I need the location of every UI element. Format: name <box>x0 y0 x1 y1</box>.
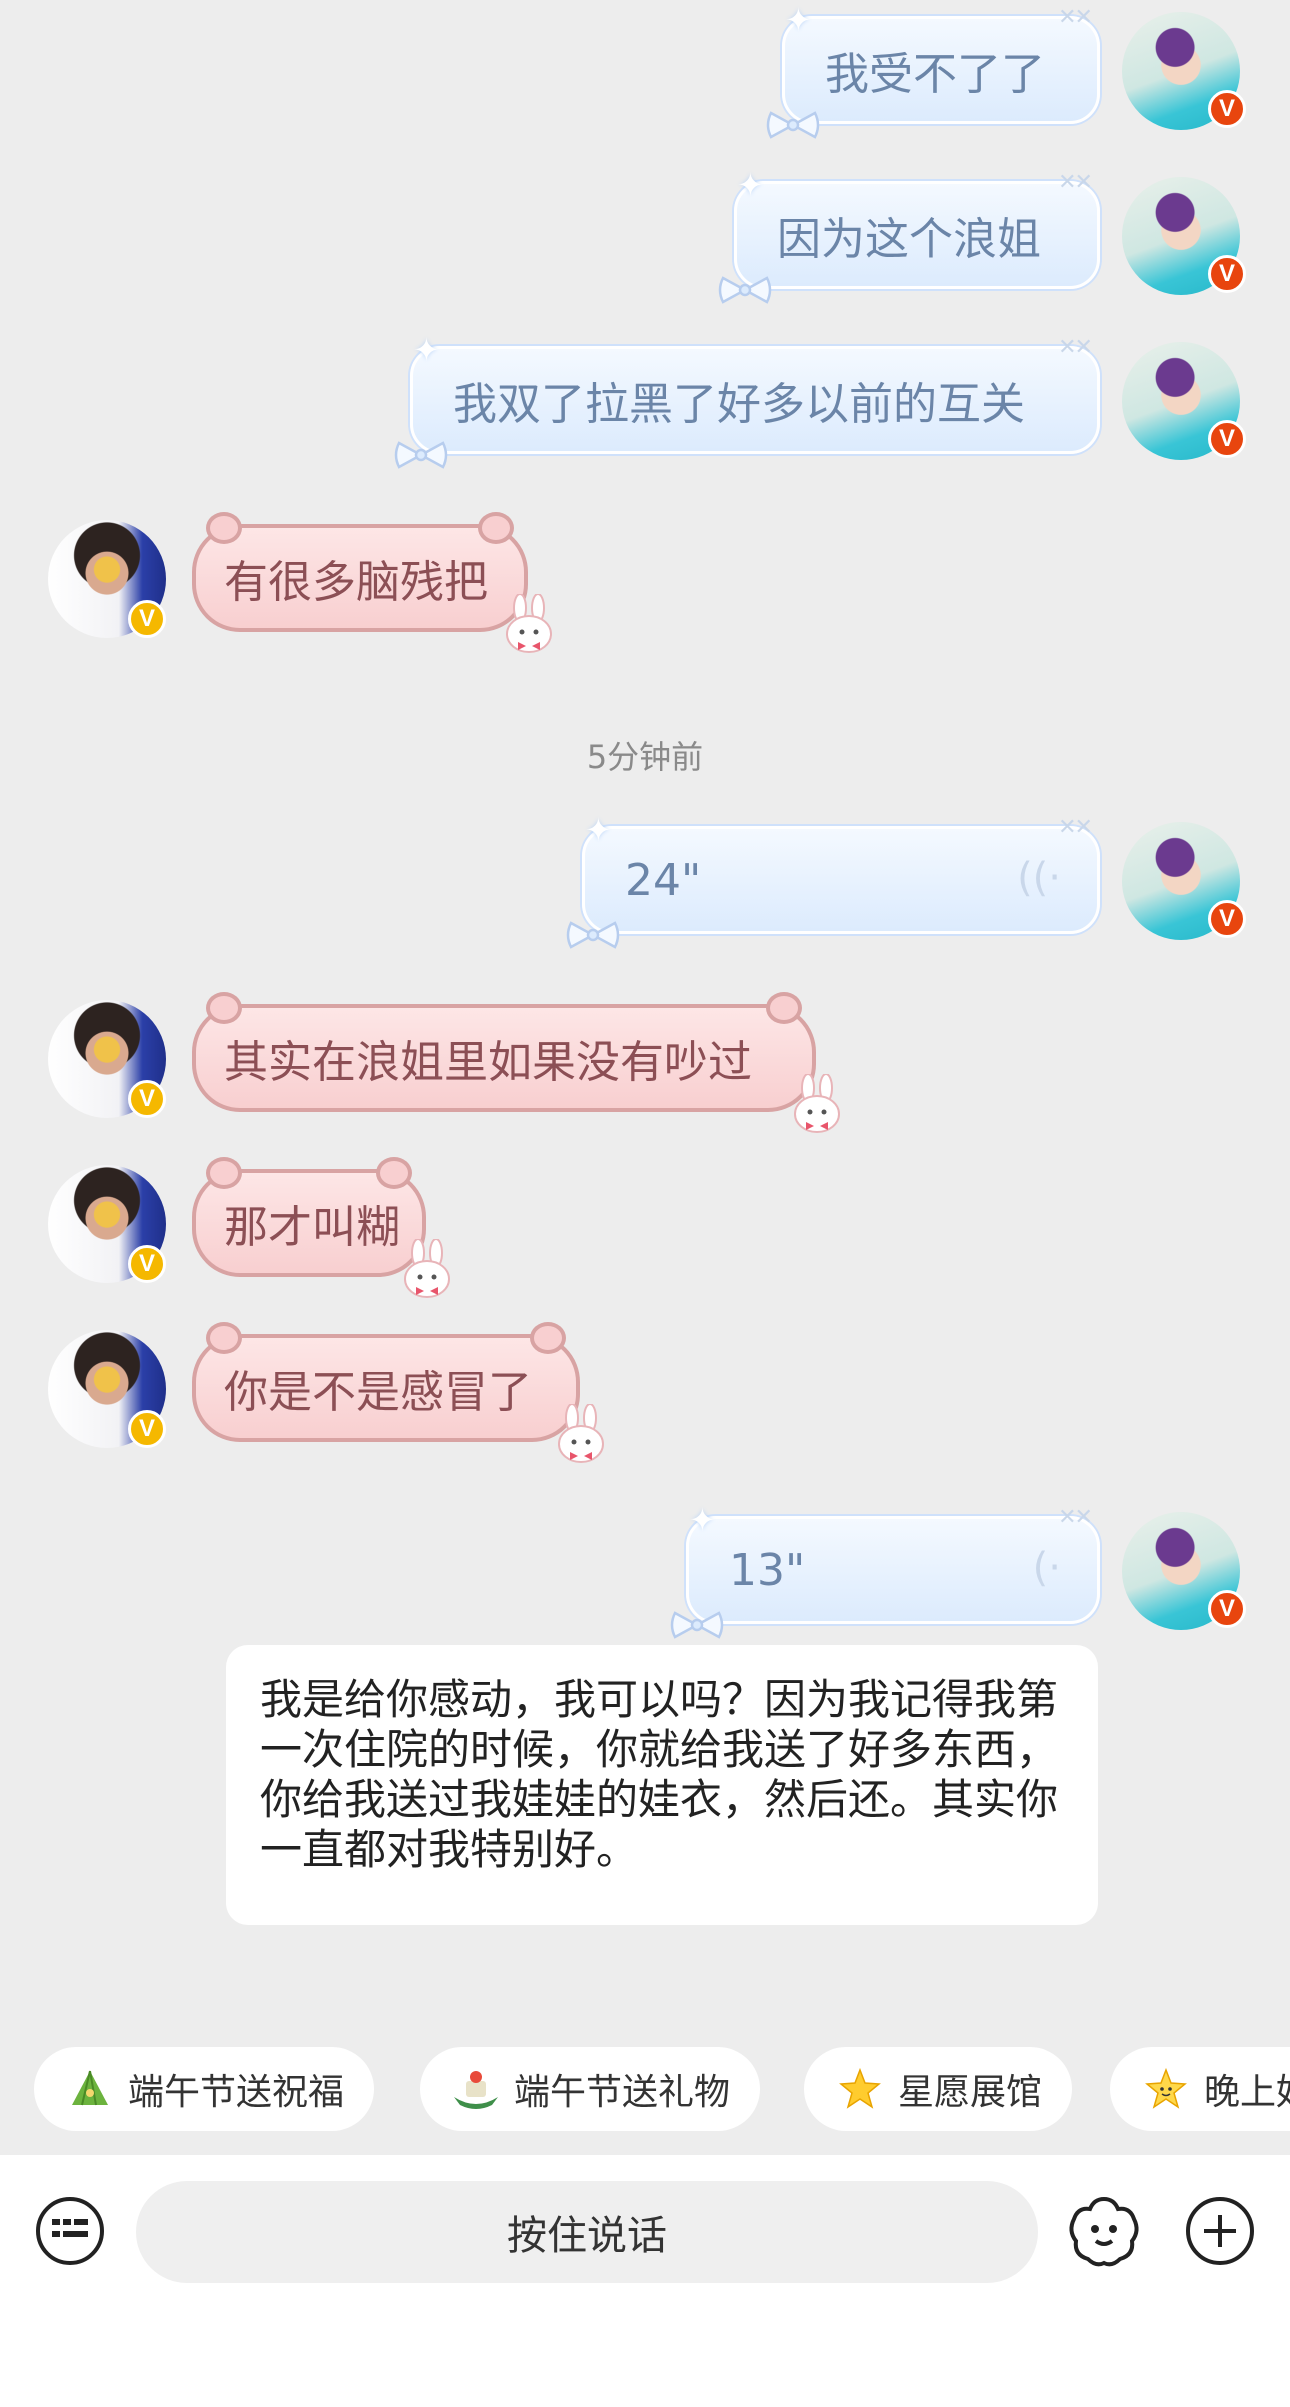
verified-badge: V <box>1208 90 1246 128</box>
message-text: 因为这个浪姐 <box>777 214 1041 265</box>
sparkle-icon: ✦ <box>413 331 440 369</box>
bubble-ear <box>206 1157 242 1189</box>
bunny-icon <box>794 1074 840 1133</box>
sparkle-icon: ✦ <box>689 1501 716 1539</box>
hold-to-talk-button[interactable]: 按住说话 <box>136 2181 1038 2283</box>
plus-icon[interactable] <box>1180 2191 1260 2271</box>
message-text: 我双了拉黑了好多以前的互关 <box>453 379 1025 430</box>
message-text: 我受不了了 <box>825 49 1045 100</box>
sparkle-icon: ✦ <box>785 1 812 39</box>
bunny-icon <box>506 594 552 653</box>
voice-wave-icon: ((· <box>1017 855 1061 901</box>
bow-icon <box>566 921 620 949</box>
keyboard-icon[interactable] <box>30 2191 110 2271</box>
message-bubble-me[interactable]: ✦ ✕✕ 我双了拉黑了好多以前的互关 <box>394 331 1100 469</box>
voice-message-row-me: ✦ ✕✕ 24" ((· V <box>0 811 1290 949</box>
verified-badge: V <box>1208 420 1246 458</box>
verified-badge: V <box>1208 900 1246 938</box>
chip-dragon-boat-wishes[interactable]: 端午节送祝福 <box>34 2047 375 2131</box>
bow-icon <box>394 441 448 469</box>
decoration-icon: ✕✕ <box>1058 170 1093 195</box>
star-face-icon <box>1142 2065 1190 2113</box>
bubble-ear <box>376 1157 412 1189</box>
verified-badge: V <box>1208 255 1246 293</box>
message-text: 那才叫糊 <box>224 1202 400 1253</box>
message-row-me: ✦ ✕✕ 因为这个浪姐 V <box>0 166 1290 304</box>
sparkle-icon: ✦ <box>585 811 612 849</box>
message-bubble-other[interactable]: 那才叫糊 <box>192 1157 450 1298</box>
decoration-icon: ✕✕ <box>1058 815 1093 840</box>
bubble-ear <box>206 992 242 1024</box>
bow-icon <box>670 1611 724 1639</box>
message-row-other: V 那才叫糊 <box>0 1157 1290 1298</box>
message-text: 你是不是感冒了 <box>224 1367 532 1418</box>
chip-label: 星愿展馆 <box>898 2072 1043 2113</box>
voice-wave-icon: (· <box>1032 1545 1061 1591</box>
message-bubble-me[interactable]: ✦ ✕✕ 我受不了了 <box>766 1 1100 139</box>
voice-message-row-me: ✦ ✕✕ 13" (· V <box>0 1501 1290 1639</box>
dragon-boat-icon <box>452 2065 500 2113</box>
message-row-me: ✦ ✕✕ 我双了拉黑了好多以前的互关 V <box>0 331 1290 469</box>
emoji-icon[interactable] <box>1064 2191 1144 2271</box>
message-bubble-me[interactable]: ✦ ✕✕ 因为这个浪姐 <box>718 166 1100 304</box>
message-bubble-other[interactable]: 有很多脑残把 <box>192 512 552 653</box>
message-row-other: V 有很多脑残把 <box>0 512 1290 653</box>
chip-dragon-boat-gift[interactable]: 端午节送礼物 <box>420 2047 761 2131</box>
voice-bubble-me[interactable]: ✦ ✕✕ 24" ((· <box>566 811 1100 949</box>
voice-bubble-me[interactable]: ✦ ✕✕ 13" (· <box>670 1501 1100 1639</box>
chip-star-wish[interactable]: 星愿展馆 <box>804 2047 1073 2131</box>
bubble-ear <box>530 1322 566 1354</box>
chip-label: 端午节送礼物 <box>514 2072 731 2113</box>
verified-badge: V <box>1208 1590 1246 1628</box>
star-icon <box>836 2065 884 2113</box>
bow-icon <box>766 111 820 139</box>
bubble-ear <box>766 992 802 1024</box>
decoration-icon: ✕✕ <box>1058 5 1093 30</box>
quick-chips: 端午节送祝福 端午节送礼物 星愿展馆 晚上好 <box>34 2047 1290 2131</box>
bubble-ear <box>478 512 514 544</box>
verified-badge: V <box>128 1245 166 1283</box>
bow-icon <box>718 276 772 304</box>
bubble-ear <box>206 512 242 544</box>
voice-transcript[interactable]: 我是给你感动，我可以吗？因为我记得我第一次住院的时候，你就给我送了好多东西，你给… <box>226 1645 1098 1925</box>
message-bubble-other[interactable]: 你是不是感冒了 <box>192 1322 604 1463</box>
chip-label: 端午节送祝福 <box>128 2072 345 2113</box>
decoration-icon: ✕✕ <box>1058 335 1093 360</box>
chip-good-evening[interactable]: 晚上好 <box>1110 2047 1290 2131</box>
message-text: 有很多脑残把 <box>224 557 488 608</box>
bunny-icon <box>558 1404 604 1463</box>
message-row-me: ✦ ✕✕ 我受不了了 V <box>0 1 1290 139</box>
message-row-other: V 你是不是感冒了 <box>0 1322 1290 1463</box>
verified-badge: V <box>128 1410 166 1448</box>
bubble-ear <box>206 1322 242 1354</box>
bunny-icon <box>404 1239 450 1298</box>
verified-badge: V <box>128 600 166 638</box>
sparkle-icon: ✦ <box>737 166 764 204</box>
zongzi-icon <box>66 2065 114 2113</box>
decoration-icon: ✕✕ <box>1058 1505 1093 1530</box>
chip-label: 晚上好 <box>1204 2072 1290 2113</box>
input-bar: 按住说话 <box>0 2155 1290 2407</box>
message-bubble-other[interactable]: 其实在浪姐里如果没有吵过 <box>192 992 840 1133</box>
timestamp: 5分钟前 <box>586 738 704 776</box>
message-text: 其实在浪姐里如果没有吵过 <box>224 1037 752 1088</box>
message-row-other: V 其实在浪姐里如果没有吵过 <box>0 992 1290 1133</box>
voice-duration: 24" <box>625 854 702 906</box>
verified-badge: V <box>128 1080 166 1118</box>
voice-duration: 13" <box>729 1544 806 1596</box>
